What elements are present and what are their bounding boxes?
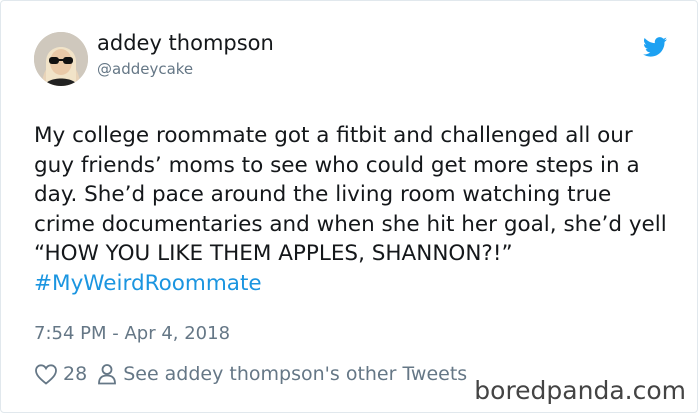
tweet-body: My college roommate got a fitbit and cha… <box>34 123 667 266</box>
other-tweets-link[interactable]: See addey thompson's other Tweets <box>123 363 467 385</box>
avatar[interactable] <box>34 32 88 86</box>
author-name[interactable]: addey thompson <box>97 31 274 55</box>
twitter-bird-icon[interactable] <box>643 37 667 57</box>
heart-icon[interactable] <box>34 363 58 385</box>
like-count[interactable]: 28 <box>63 363 87 385</box>
tweet-actions: 28 See addey thompson's other Tweets <box>34 360 467 388</box>
author-handle[interactable]: @addeycake <box>97 60 193 78</box>
tweet-timestamp[interactable]: 7:54 PM - Apr 4, 2018 <box>34 323 230 344</box>
person-icon[interactable] <box>97 363 117 385</box>
hashtag-link[interactable]: #MyWeirdRoommate <box>34 271 262 296</box>
tweet-text: My college roommate got a fitbit and cha… <box>34 121 674 298</box>
watermark: boredpanda.com <box>474 376 686 405</box>
tweet-card: addey thompson @addeycake My college roo… <box>0 0 698 413</box>
